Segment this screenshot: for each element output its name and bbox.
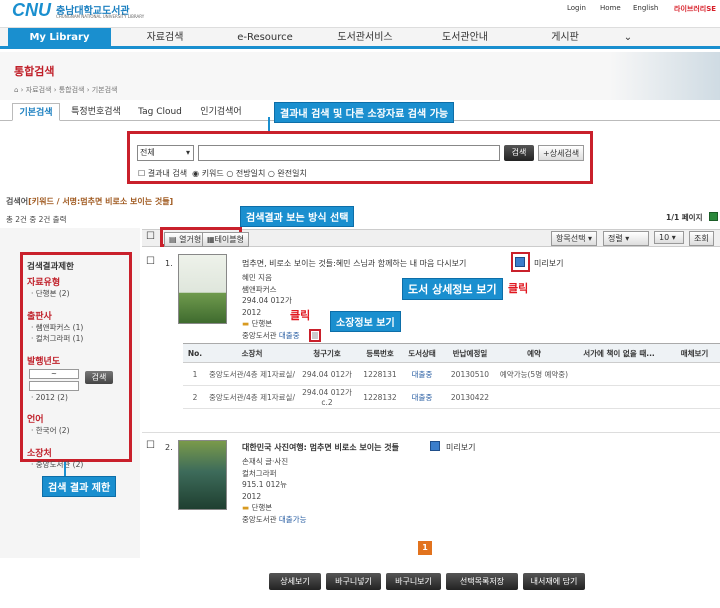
result-1-number: 1. xyxy=(165,259,173,268)
nav-about[interactable]: 도서관안내 xyxy=(415,28,515,48)
home-icon[interactable]: ⌂ xyxy=(14,86,18,94)
search-input[interactable] xyxy=(198,145,500,161)
home-link[interactable]: Home xyxy=(600,4,621,12)
facet-panel: 검색결과제한 자료유형 · 단행본 (2) 출판사 · 쌤앤파커스 (1) · … xyxy=(27,260,127,470)
result-2-checkbox[interactable]: ☐ xyxy=(146,440,155,451)
query-summary: 검색어[키워드 / 서명:멈추면 비로소 보이는 것들] xyxy=(6,197,174,206)
result-count: 총 2건 중 2건 출력 xyxy=(6,215,67,224)
nav-my-library[interactable]: My Library xyxy=(8,28,111,48)
sort-select[interactable]: 정렬 ▾ xyxy=(603,231,649,246)
result-2-detail-icon[interactable] xyxy=(430,441,440,451)
search-note: 결과내 검색 및 다른 소장자료 검색 가능 xyxy=(274,102,455,123)
holding-status[interactable]: 대출중 xyxy=(403,385,441,409)
view-basket-button[interactable]: 바구니보기 xyxy=(386,573,441,590)
nav-more-chevron-icon[interactable]: ⌄ xyxy=(618,28,638,48)
page-1-button[interactable]: 1 xyxy=(418,541,432,555)
select-all-checkbox[interactable]: ☐ xyxy=(146,231,155,242)
detail-note: 도서 상세정보 보기 xyxy=(402,278,503,300)
go-button[interactable]: 조회 xyxy=(689,231,714,246)
facet-language: 언어 xyxy=(27,415,44,425)
logo[interactable]: CNU xyxy=(12,0,51,21)
year-search-button[interactable]: 검색 xyxy=(85,371,113,384)
english-link[interactable]: English xyxy=(633,4,658,12)
mode-prefix-radio[interactable]: ○ xyxy=(226,169,233,178)
per-page-select[interactable]: 10 ▾ xyxy=(654,231,684,244)
detail-view-button[interactable]: 상세보기 xyxy=(269,573,321,590)
shelf-banner xyxy=(610,52,720,100)
holding-status[interactable]: 대출중 xyxy=(403,362,441,386)
facet-publisher-item[interactable]: · 쌤앤파커스 (1) xyxy=(27,322,127,333)
item-select[interactable]: 항목선택 ▾ xyxy=(551,231,597,246)
nav-e-resource[interactable]: e-Resource xyxy=(215,28,315,48)
search-button[interactable]: 검색 xyxy=(504,145,534,161)
result-1-title[interactable]: 멈추면, 비로소 보이는 것들:혜민 스님과 함께하는 내 마음 다시보기 xyxy=(242,258,466,269)
facet-title: 검색결과제한 xyxy=(27,262,74,272)
page-title: 통합검색 xyxy=(14,65,55,78)
facet-year-item[interactable]: · 2012 (2) xyxy=(27,393,127,402)
tab-popular[interactable]: 인기검색어 xyxy=(192,103,250,121)
within-results-checkbox[interactable]: ☐ xyxy=(138,169,145,178)
facet-note: 검색 결과 제한 xyxy=(42,476,117,497)
result-1-checkbox[interactable]: ☐ xyxy=(146,256,155,267)
holdings-table: No. 소장처 청구기호 등록번호 도서상태 반납예정일 예약 서가에 책이 없… xyxy=(183,343,720,409)
holding-row: 1 중앙도서관/4층 제1자료실/ 294.04 012가 1228131 대출… xyxy=(183,362,720,386)
result-2-title[interactable]: 대한민국 사진여행: 멈추면 비로소 보이는 것들 xyxy=(242,442,399,453)
grid-icon: ▦ xyxy=(207,235,215,244)
nav-search[interactable]: 자료검색 xyxy=(115,28,215,48)
view-note: 검색결과 보는 방식 선택 xyxy=(240,206,355,227)
holding-note: 소장정보 보기 xyxy=(330,311,401,332)
holding-info-icon[interactable] xyxy=(312,332,318,339)
library-se-link[interactable]: 라이브러리SE xyxy=(674,4,716,14)
result-1-preview[interactable]: 미리보기 xyxy=(534,258,563,269)
facet-location-item[interactable]: · 중앙도서관 (2) xyxy=(27,459,127,470)
year-to-input[interactable] xyxy=(29,381,79,391)
result-1-status[interactable]: 대출중 xyxy=(279,331,300,340)
facet-type: 자료유형 xyxy=(27,278,61,288)
nav-services[interactable]: 도서관서비스 xyxy=(315,28,415,48)
save-selected-button[interactable]: 선택목록저장 xyxy=(446,573,518,590)
book-icon: ▬ xyxy=(242,503,250,512)
result-1-cover[interactable] xyxy=(178,254,227,324)
advanced-search-button[interactable]: +상세검색 xyxy=(538,145,585,161)
book-icon: ▬ xyxy=(242,319,250,328)
add-to-my-library-button[interactable]: 내서재에 담기 xyxy=(523,573,585,590)
result-2-cover[interactable] xyxy=(178,440,227,510)
login-link[interactable]: Login xyxy=(567,4,586,12)
breadcrumb: ⌂ › 자료검색 › 통합검색 › 기본검색 xyxy=(14,86,118,94)
add-to-basket-button[interactable]: 바구니넣기 xyxy=(326,573,381,590)
library-subname: CHUNGNAM NATIONAL UNIVERSITY LIBRARY xyxy=(56,14,145,19)
excel-icon[interactable] xyxy=(709,212,718,221)
mode-keyword-radio[interactable]: ◉ xyxy=(192,169,199,178)
scope-select[interactable]: 전체 ▾ xyxy=(137,145,194,161)
view-list-button[interactable]: ▤ 열거형 xyxy=(164,232,207,247)
holding-click-label: 클릭 xyxy=(290,309,311,322)
holding-row: 2 중앙도서관/4층 제1자료실/ 294.04 012가 c.2 122813… xyxy=(183,385,720,409)
dropdown-arrow-icon: ▾ xyxy=(185,148,190,157)
facet-language-item[interactable]: · 한국어 (2) xyxy=(27,425,127,436)
tab-tag-cloud[interactable]: Tag Cloud xyxy=(132,103,188,121)
search-options: ☐ 결과내 검색 ◉ 키워드 ○ 전방일치 ○ 완전일치 xyxy=(138,169,307,178)
facet-location: 소장처 xyxy=(27,449,52,459)
tab-basic[interactable]: 기본검색 xyxy=(12,103,60,121)
result-2-preview[interactable]: 미리보기 xyxy=(446,442,475,453)
detail-view-icon[interactable] xyxy=(515,257,525,267)
search-note-pointer xyxy=(268,117,270,131)
detail-click-label: 클릭 xyxy=(508,282,529,295)
facet-publisher-item[interactable]: · 컬처그라퍼 (1) xyxy=(27,333,127,344)
tab-number[interactable]: 특정번호검색 xyxy=(64,103,128,121)
page-indicator: 1/1 페이지 xyxy=(666,213,703,222)
facet-publisher: 출판사 xyxy=(27,312,52,322)
result-2-meta: 손재식 글·사진 컬처그라퍼 915.1 012뉴 2012 ▬ 단행본 중앙도… xyxy=(242,457,307,524)
mode-exact-radio[interactable]: ○ xyxy=(268,169,275,178)
facet-year: 발행년도 xyxy=(27,357,61,367)
list-icon: ▤ xyxy=(169,235,177,244)
result-2-number: 2. xyxy=(165,443,173,452)
facet-type-item[interactable]: · 단행본 (2) xyxy=(27,288,127,299)
result-2-status[interactable]: 대출가능 xyxy=(279,515,307,524)
view-table-button[interactable]: ▦테이블형 xyxy=(202,232,250,247)
nav-board[interactable]: 게시판 xyxy=(515,28,615,48)
